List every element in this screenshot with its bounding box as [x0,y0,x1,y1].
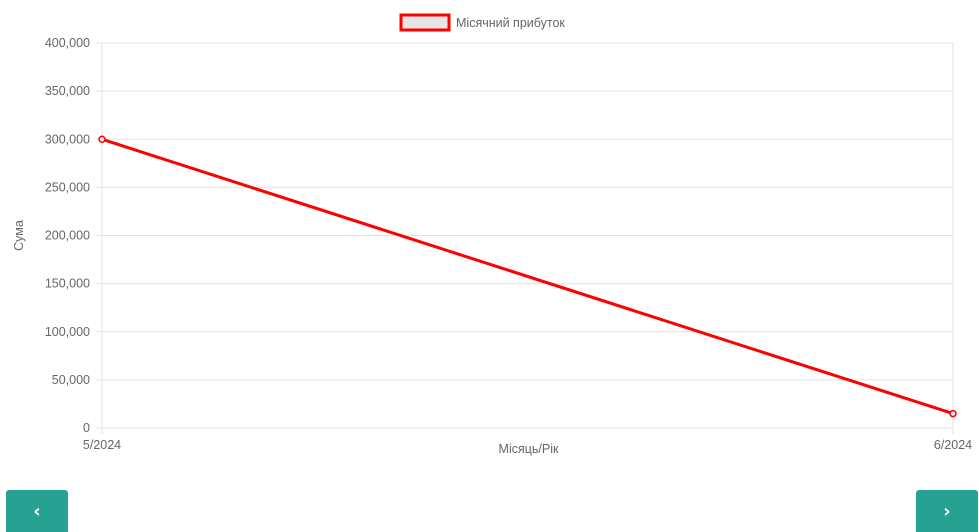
y-tick-label: 250,000 [45,180,90,194]
y-tick-label: 200,000 [45,229,90,243]
series-line [101,137,954,415]
gridlines [96,42,954,434]
legend-label[interactable]: Місячний прибуток [456,16,565,30]
y-tick-label: 150,000 [45,277,90,291]
chart-page: 0 50,000 100,000 150,000 200,000 250,000 300,0… [0,0,979,532]
y-tick-label: 400,000 [45,36,90,50]
chevron-left-icon: ‹ [33,500,41,522]
data-point[interactable] [949,409,957,418]
y-tick-label: 0 [83,421,90,435]
y-tick-label: 350,000 [45,84,90,98]
y-axis-title: Сума [12,220,26,251]
y-tick-label: 100,000 [45,325,90,339]
series-layer [98,135,957,418]
x-tick-label: 6/2024 [934,438,972,452]
legend: Місячний прибуток [399,13,565,32]
line-chart: 0 50,000 100,000 150,000 200,000 250,000 300,0… [12,13,972,456]
previous-page-button[interactable]: ‹ [6,490,68,532]
axes: 0 50,000 100,000 150,000 200,000 250,000 300,0… [45,36,972,452]
y-tick-label: 50,000 [52,373,90,387]
y-tick-label: 300,000 [45,132,90,146]
data-point[interactable] [98,135,106,143]
next-page-button[interactable]: › [916,490,978,532]
x-axis-title: Місяць/Рік [499,442,559,456]
legend-swatch[interactable] [399,13,451,32]
chevron-right-icon: › [943,500,951,522]
x-tick-label: 5/2024 [83,438,121,452]
